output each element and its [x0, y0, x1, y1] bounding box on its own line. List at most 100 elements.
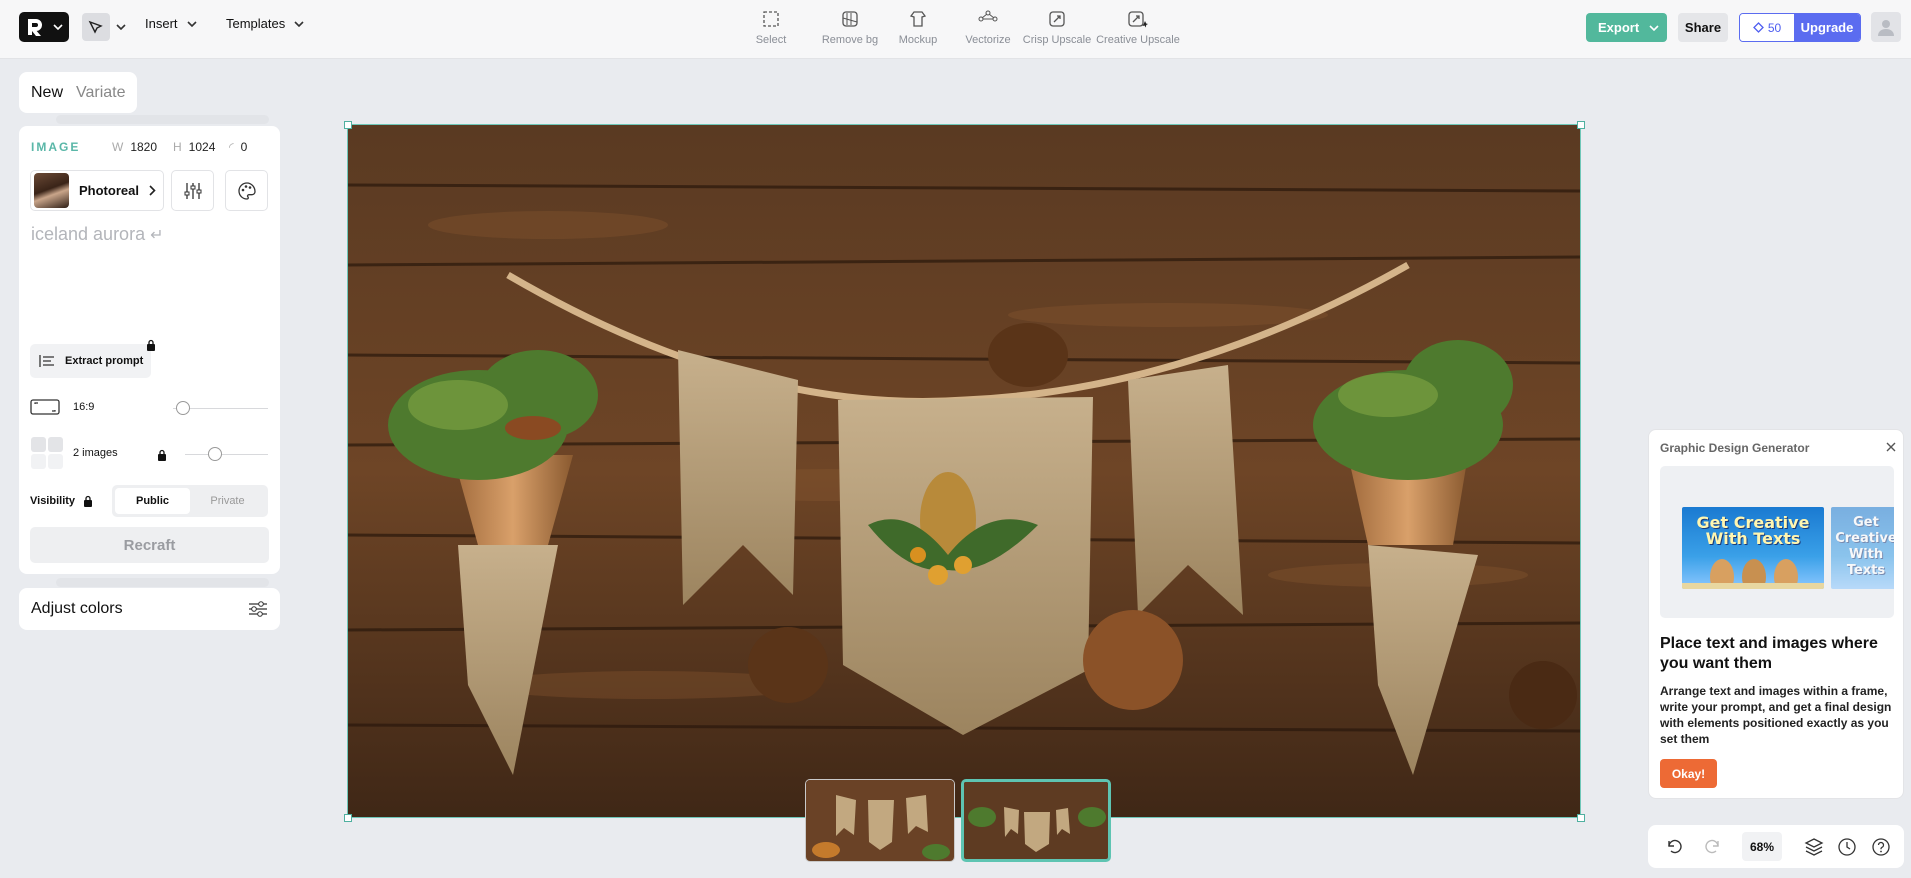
chevron-right-icon: [149, 185, 156, 196]
tool-mockup[interactable]: Mockup: [890, 10, 946, 46]
tool-creative-upscale[interactable]: Creative Upscale: [1096, 10, 1180, 46]
undo-icon[interactable]: [1665, 837, 1683, 855]
tool-strip: Select Remove bg Mockup Vectorize Crisp …: [746, 10, 1180, 46]
corner-radius-icon: ◜: [229, 140, 234, 154]
graphic-design-popover: Graphic Design Generator Get Creative Wi…: [1648, 429, 1904, 799]
thumbnail-image: [806, 780, 954, 861]
templates-menu[interactable]: Templates: [226, 16, 304, 31]
visibility-toggle: Public Private: [112, 485, 268, 517]
logo-icon: [28, 19, 42, 36]
extract-label: Extract prompt: [65, 355, 144, 367]
help-icon[interactable]: [1871, 837, 1891, 857]
share-button[interactable]: Share: [1678, 13, 1728, 42]
variant-thumbnails: [805, 779, 1111, 862]
thumbnail-image: [964, 782, 1108, 859]
insert-menu[interactable]: Insert: [145, 16, 197, 31]
height-key: H: [173, 140, 182, 154]
chevron-down-icon: [116, 24, 126, 30]
visibility-private[interactable]: Private: [190, 488, 265, 514]
select-icon: [763, 11, 779, 27]
diamond-icon: [1752, 22, 1764, 33]
corner-radius-field[interactable]: ◜ 0: [229, 140, 247, 154]
palette-icon: [237, 181, 256, 200]
width-key: W: [112, 140, 124, 154]
credits-upgrade-group: 50 Upgrade: [1739, 13, 1861, 42]
logo-menu-button[interactable]: [19, 12, 69, 42]
lock-icon: [84, 495, 93, 507]
insert-label: Insert: [145, 16, 178, 31]
export-button[interactable]: Export: [1586, 13, 1667, 42]
width-field[interactable]: W 1820: [112, 140, 157, 154]
popover-body: Arrange text and images within a frame, …: [1660, 684, 1892, 746]
credits-value: 50: [1767, 20, 1782, 35]
variant-thumbnail[interactable]: [805, 779, 955, 862]
variant-thumbnail-selected[interactable]: [961, 779, 1111, 862]
close-icon[interactable]: [1886, 442, 1896, 452]
templates-label: Templates: [226, 16, 286, 31]
visibility-label: Visibility: [30, 495, 76, 507]
pen-tool-icon: [82, 13, 110, 41]
okay-button[interactable]: Okay!: [1660, 759, 1717, 788]
crisp-upscale-icon: [1049, 11, 1065, 27]
creative-upscale-icon: [1128, 11, 1148, 28]
enter-icon: ↵: [150, 227, 164, 244]
okay-label: Okay!: [1671, 766, 1706, 781]
share-label: Share: [1684, 20, 1722, 35]
preview-card-art: [1682, 559, 1824, 589]
remove-bg-icon: [842, 11, 858, 27]
image-count-slider[interactable]: [185, 454, 268, 455]
tool-vectorize[interactable]: Vectorize: [958, 10, 1018, 46]
layers-icon[interactable]: [1804, 837, 1824, 857]
model-thumbnail: [34, 173, 69, 208]
redo-icon[interactable]: [1704, 837, 1722, 855]
aspect-ratio-row: 16:9: [30, 394, 94, 420]
tool-remove-bg[interactable]: Remove bg: [812, 10, 888, 46]
avatar[interactable]: [1871, 12, 1901, 42]
style-model-button[interactable]: Photoreal: [30, 170, 164, 211]
credits-counter[interactable]: 50: [1740, 14, 1794, 41]
adjust-colors-label: Adjust colors: [31, 600, 123, 617]
adjust-colors-panel[interactable]: Adjust colors: [19, 588, 280, 630]
generated-image: [348, 125, 1580, 817]
image-count-row: 2 images: [30, 437, 118, 469]
color-palette-button[interactable]: [225, 170, 268, 211]
aspect-ratio-value: 16:9: [73, 401, 95, 413]
resize-handle[interactable]: [344, 814, 352, 822]
zoom-level[interactable]: 68%: [1742, 832, 1782, 861]
height-field[interactable]: H 1024: [173, 140, 215, 154]
tab-variate[interactable]: Variate: [76, 84, 126, 102]
bottom-toolbar: 68%: [1648, 825, 1904, 868]
sliders-icon: [249, 601, 267, 617]
upgrade-button[interactable]: Upgrade: [1794, 14, 1860, 41]
resize-handle[interactable]: [344, 121, 352, 129]
tool-select[interactable]: Select: [746, 10, 796, 46]
image-count-slider-handle[interactable]: [208, 447, 222, 461]
sliders-icon: [184, 182, 201, 199]
tool-label: Remove bg: [821, 34, 879, 46]
visibility-public[interactable]: Public: [115, 488, 190, 514]
width-value: 1820: [130, 140, 158, 154]
tab-new[interactable]: New: [31, 84, 63, 102]
chevron-down-icon: [53, 24, 63, 30]
resize-handle[interactable]: [1577, 814, 1585, 822]
top-bar: Insert Templates Select Remove bg Mockup…: [0, 0, 1911, 59]
history-icon[interactable]: [1837, 837, 1857, 857]
canvas-image[interactable]: [347, 124, 1581, 818]
resize-handle[interactable]: [1577, 121, 1585, 129]
preview-card: Get Creative With Texts: [1682, 507, 1824, 589]
mode-tabs: New Variate: [19, 72, 137, 113]
tool-label: Vectorize: [965, 34, 1011, 46]
tool-crisp-upscale[interactable]: Crisp Upscale: [1022, 10, 1092, 46]
prompt-text: iceland aurora: [31, 224, 146, 244]
recraft-label: Recraft: [123, 536, 176, 554]
visibility-row: Visibility: [30, 488, 93, 514]
prompt-input[interactable]: iceland aurora ↵: [31, 224, 164, 245]
recraft-button[interactable]: Recraft: [30, 527, 269, 563]
tool-label: Select: [755, 34, 787, 46]
aspect-ratio-slider-handle[interactable]: [176, 401, 190, 415]
settings-sliders-button[interactable]: [171, 170, 214, 211]
aspect-ratio-icon: [30, 399, 60, 415]
draw-tool-menu[interactable]: [79, 12, 129, 42]
extract-prompt-button[interactable]: Extract prompt: [30, 344, 151, 378]
panel-connector: [56, 115, 269, 124]
